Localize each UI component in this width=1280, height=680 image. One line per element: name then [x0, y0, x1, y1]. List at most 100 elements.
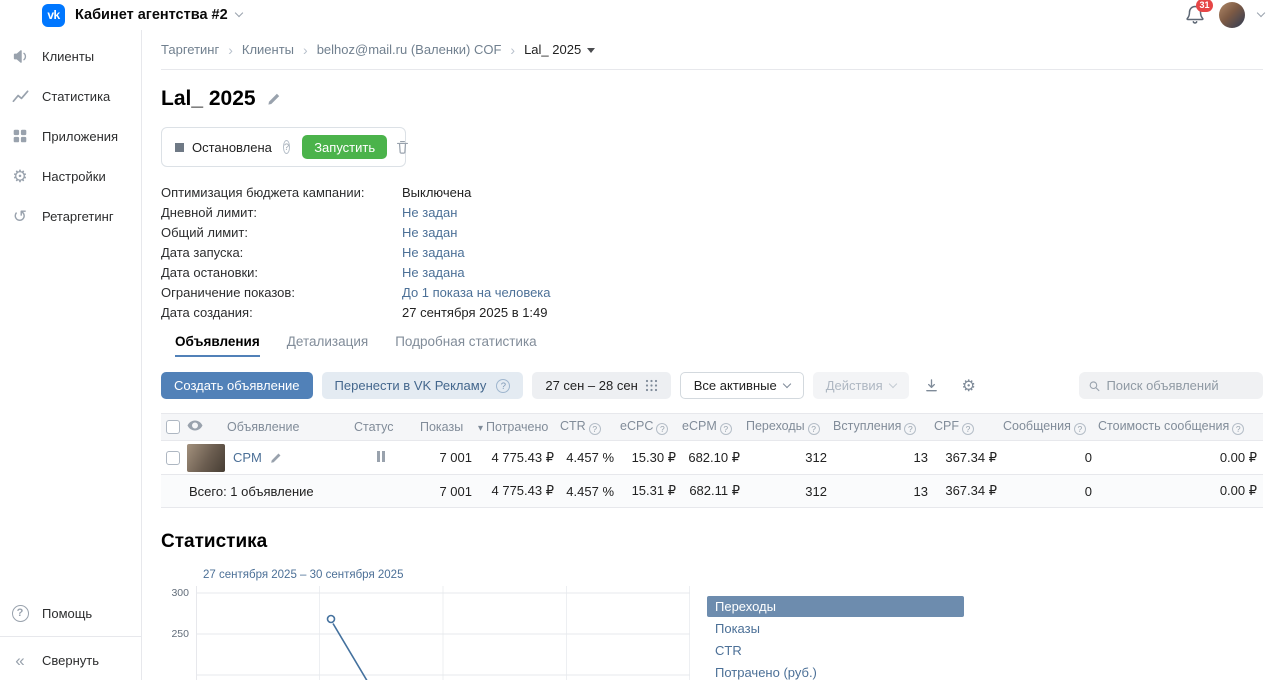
detail-row: Дата остановки: Не задана: [161, 262, 1263, 282]
chevron-right-icon: ›: [510, 41, 516, 58]
search-input[interactable]: [1106, 378, 1254, 393]
tab-detailed-statistics[interactable]: Подробная статистика: [395, 331, 536, 357]
detail-label: Общий лимит:: [161, 224, 249, 240]
col-header-ctr[interactable]: CTR?: [560, 413, 620, 441]
breadcrumb-item-clients[interactable]: Клиенты: [242, 42, 294, 57]
sidebar-item-help[interactable]: ? Помощь: [0, 593, 141, 633]
col-header-spent[interactable]: ▾ Потрачено: [478, 413, 560, 441]
ad-thumbnail[interactable]: [187, 443, 225, 472]
top-right-controls: 31: [1184, 0, 1266, 30]
col-header-messages[interactable]: Сообщения?: [1003, 413, 1098, 441]
totals-label: Всего: 1 объявление: [189, 483, 314, 499]
sidebar-item-collapse[interactable]: « Свернуть: [0, 640, 141, 680]
col-header-joins[interactable]: Вступления?: [833, 413, 934, 441]
account-menu-chevron-icon[interactable]: [1256, 8, 1266, 18]
edit-title-button[interactable]: [267, 92, 281, 106]
ad-name-link[interactable]: CPM: [233, 450, 262, 465]
statistics-chart: 300 250 Переходы Показы CTR Потрачено (р…: [161, 586, 1263, 680]
col-header-ad[interactable]: Объявление: [218, 413, 348, 441]
help-icon: ?: [962, 423, 974, 435]
pause-icon[interactable]: [377, 451, 385, 462]
detail-row: Дневной лимит: Не задан: [161, 202, 1263, 222]
detail-value-link[interactable]: Не задан: [402, 205, 457, 220]
chevron-right-icon: ›: [303, 41, 308, 58]
status-label: Остановлена: [192, 139, 272, 155]
user-avatar[interactable]: [1219, 2, 1245, 28]
sidebar-divider: [0, 636, 141, 637]
delete-campaign-button[interactable]: [395, 139, 410, 155]
search-icon: [1089, 380, 1100, 391]
status-filter-dropdown[interactable]: Все активные: [679, 372, 804, 399]
calendar-grid-icon: [645, 379, 657, 392]
sidebar-item-clients[interactable]: Клиенты: [0, 36, 141, 76]
breadcrumb-current-campaign[interactable]: Lal_ 2025: [524, 42, 596, 57]
col-header-clicks[interactable]: Переходы?: [746, 413, 833, 441]
cell-impressions: 7 001: [420, 440, 478, 475]
pencil-icon[interactable]: [270, 452, 282, 464]
actions-dropdown[interactable]: Действия: [812, 372, 909, 399]
notification-badge: 31: [1196, 0, 1213, 12]
col-header-ecpm[interactable]: eCPM?: [682, 413, 746, 441]
breadcrumb-item-targeting[interactable]: Таргетинг: [161, 42, 219, 57]
stopped-status-icon: [175, 142, 184, 152]
breadcrumb-item-client[interactable]: belhoz@mail.ru (Валенки) COF: [317, 42, 502, 57]
cell-ctr: 4.457 %: [560, 440, 620, 475]
col-header-cpf[interactable]: CPF?: [934, 413, 1003, 441]
help-icon: ?: [656, 423, 669, 435]
sidebar-item-label: Приложения: [42, 128, 119, 144]
search-box: [1079, 372, 1263, 399]
workspace-title-label: Кабинет агентства #2: [75, 7, 228, 23]
tab-detailing[interactable]: Детализация: [287, 331, 368, 357]
chevron-down-icon: [234, 8, 243, 18]
col-header-message-cost[interactable]: Стоимость сообщения?: [1098, 413, 1263, 441]
sidebar-item-apps[interactable]: Приложения: [0, 116, 141, 156]
pencil-icon: [267, 93, 279, 105]
cell-cpf: 367.34 ₽: [934, 440, 1003, 475]
sidebar: Клиенты Статистика Приложения ⚙ Настройк…: [0, 30, 142, 680]
col-header-impressions[interactable]: Показы: [420, 413, 478, 441]
detail-value-link[interactable]: Не задана: [402, 245, 465, 260]
page-title: Lal_ 2025: [161, 87, 256, 110]
legend-item-ctr[interactable]: CTR: [707, 640, 964, 661]
notifications-button[interactable]: 31: [1184, 0, 1213, 26]
legend-item-impressions[interactable]: Показы: [707, 618, 964, 639]
legend-item-spent[interactable]: Потрачено (руб.): [707, 662, 964, 680]
total-message-cost: 0.00 ₽: [1098, 474, 1263, 508]
table-settings-button[interactable]: ⚙: [955, 372, 983, 399]
sidebar-item-statistics[interactable]: Статистика: [0, 76, 141, 116]
tab-ads[interactable]: Объявления: [175, 331, 260, 357]
start-campaign-button[interactable]: Запустить: [302, 135, 388, 159]
status-help-icon[interactable]: ?: [282, 140, 291, 154]
select-all-checkbox[interactable]: [166, 420, 180, 434]
transfer-to-vk-ads-button[interactable]: Перенести в VK Рекламу ?: [321, 372, 524, 399]
date-range-button[interactable]: 27 сен – 28 сен: [532, 372, 671, 399]
detail-value-link[interactable]: До 1 показа на человека: [402, 285, 551, 300]
detail-value-link[interactable]: Не задан: [402, 225, 457, 240]
total-cpf: 367.34 ₽: [934, 474, 1003, 508]
workspace-title[interactable]: Кабинет агентства #2: [75, 7, 243, 23]
y-axis-tick: 250: [171, 628, 189, 640]
sidebar-item-label: Свернуть: [42, 652, 100, 668]
col-header-status[interactable]: Статус: [348, 413, 420, 441]
create-ad-button[interactable]: Создать объявление: [161, 372, 313, 399]
row-checkbox[interactable]: [166, 450, 180, 465]
sidebar-item-retargeting[interactable]: ↺ Ретаргетинг: [0, 196, 141, 236]
cell-messages: 0: [1003, 440, 1098, 475]
sidebar-item-settings[interactable]: ⚙ Настройки: [0, 156, 141, 196]
col-header-ecpc[interactable]: eCPC?: [620, 413, 682, 441]
cell-joins: 13: [833, 440, 934, 475]
export-button[interactable]: [918, 372, 946, 399]
cell-ecpm: 682.10 ₽: [682, 440, 746, 475]
table-header-row: Объявление Статус Показы ▾ Потрачено CTR?…: [161, 413, 1263, 441]
statistics-period-link[interactable]: 27 сентября 2025 – 30 сентября 2025: [203, 569, 403, 581]
detail-row: Дата создания: 27 сентября 2025 в 1:49: [161, 302, 1263, 322]
vk-logo[interactable]: vk: [42, 3, 65, 27]
detail-value-link[interactable]: Не задана: [402, 265, 465, 280]
trash-icon: [397, 140, 409, 154]
ad-row: CPM 7 001 4 775.43 ₽ 4.457 % 15.30 ₽ 682…: [161, 440, 1263, 475]
legend-item-clicks[interactable]: Переходы: [707, 596, 964, 617]
data-point-marker[interactable]: [326, 614, 336, 624]
chevron-down-icon: [888, 379, 897, 388]
help-icon: ?: [904, 423, 917, 435]
transfer-help-icon: ?: [496, 378, 511, 393]
